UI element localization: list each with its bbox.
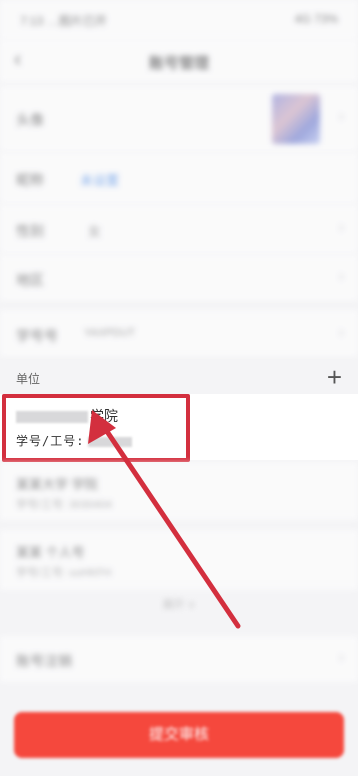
phone-screen: 7:13 …图片已开 4G 73% ‹ 账号管理 头像 › 昵称 未设置 性别 … (0, 0, 358, 776)
expand-more-link[interactable]: 展开 ∨ (0, 596, 358, 612)
redacted-text (88, 436, 133, 447)
unit-section-label: 单位 (16, 372, 41, 386)
list-item-sub: 学号/工号: 3030404 (16, 499, 112, 511)
row-account-cancel[interactable]: 账号注销 › (0, 636, 358, 682)
unit-id: 学号/工号: (16, 432, 133, 449)
row-nickname[interactable]: 昵称 未设置 (0, 152, 358, 204)
unit-name-suffix: 学院 (90, 409, 118, 425)
unit-name: 学院 (16, 406, 118, 426)
gender-label: 性别 (16, 223, 44, 239)
nav-bar: ‹ 账号管理 (0, 40, 358, 82)
row-avatar[interactable]: 头像 › (0, 86, 358, 152)
region-label: 地区 (16, 272, 44, 288)
student-number-label: 学号号 (16, 328, 58, 344)
list-item-title: 某某 个人号 (16, 545, 85, 560)
add-icon[interactable]: + (327, 362, 342, 392)
list-item[interactable]: 某某 个人号 学号/工号: uuHKFH (0, 530, 358, 590)
list-item-title: 某某大学 学院 (16, 477, 98, 492)
status-time: 7:13 …图片已开 (20, 14, 107, 28)
avatar-label: 头像 (16, 112, 44, 128)
nickname-value: 未设置 (80, 173, 120, 188)
unit-id-label: 学号/工号: (16, 434, 85, 448)
row-region[interactable]: 地区 › (0, 254, 358, 302)
page-title: 账号管理 (148, 55, 209, 72)
list-item-sub: 学号/工号: uuHKFH (16, 567, 112, 579)
account-cancel-label: 账号注销 (16, 653, 72, 669)
chevron-right-icon: › (338, 268, 344, 285)
status-indicators: 4G 73% (294, 12, 338, 26)
nickname-label: 昵称 (16, 172, 44, 188)
student-number-value: YAXPDUT (84, 327, 136, 339)
status-bar: 7:13 …图片已开 4G 73% (0, 0, 358, 40)
gender-value: 女 (88, 224, 102, 239)
list-item[interactable]: 某某大学 学院 学号/工号: 3030404 (0, 462, 358, 520)
chevron-right-icon: › (338, 108, 344, 125)
avatar[interactable] (272, 94, 320, 144)
unit-section-header: 单位 + (0, 360, 358, 394)
chevron-right-icon: › (338, 219, 344, 236)
unit-card[interactable]: 学院 学号/工号: (0, 394, 358, 460)
chevron-right-icon: › (338, 324, 344, 341)
redacted-text (16, 411, 88, 423)
row-gender[interactable]: 性别 女 › (0, 204, 358, 254)
row-student-number[interactable]: 学号号 YAXPDUT › (0, 310, 358, 358)
chevron-right-icon: › (338, 649, 344, 666)
submit-button[interactable]: 提交审核 (14, 712, 344, 758)
